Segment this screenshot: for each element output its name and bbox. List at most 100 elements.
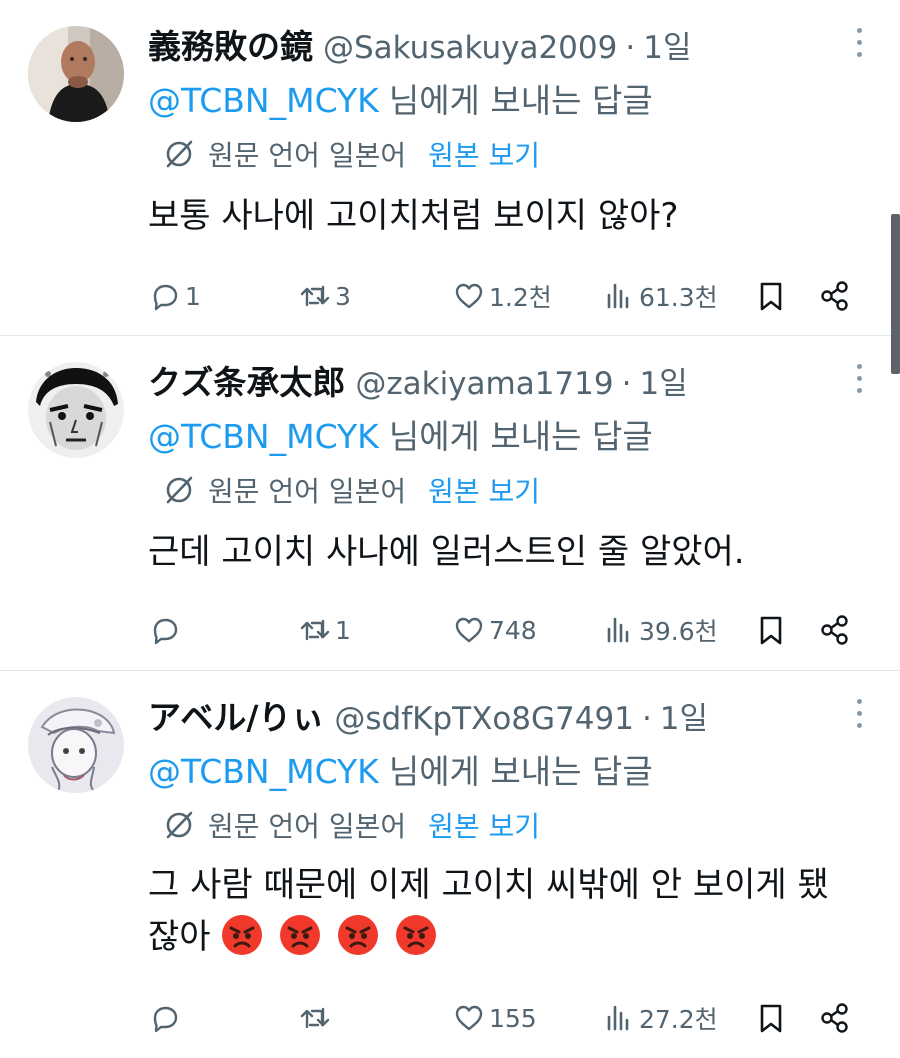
display-name[interactable]: 義務敗の鏡 [148, 20, 313, 68]
repost-button[interactable] [298, 996, 335, 1040]
translation-bar: 원문 언어 일본어 원본 보기 [162, 805, 540, 845]
tweet-text-content: 근데 고이치 사나에 일러스트인 줄 알았어. [148, 532, 745, 572]
bookmark-button[interactable] [754, 274, 788, 318]
reply-button[interactable]: 1 [148, 274, 201, 318]
action-bar: 1 748 39.6천 [148, 608, 868, 652]
share-button[interactable] [818, 996, 852, 1040]
action-bar: 155 27.2천 [148, 996, 868, 1040]
heart-icon [455, 1005, 483, 1031]
like-count: 748 [489, 615, 537, 645]
reply-icon [153, 1006, 178, 1033]
like-button[interactable]: 155 [452, 996, 537, 1040]
views-count: 39.6천 [639, 617, 718, 646]
reply-button[interactable] [148, 608, 185, 652]
angry-face-emoji [338, 915, 378, 955]
reply-icon [153, 284, 178, 311]
action-bar: 1 3 1.2천 61.3천 [148, 274, 868, 318]
mention-link[interactable]: @TCBN_MCYK [148, 81, 379, 120]
view-original-link[interactable]: 원본 보기 [428, 470, 540, 510]
views-button[interactable]: 61.3천 [602, 274, 718, 318]
views-chart-icon [607, 617, 629, 643]
angry-face-emoji [395, 915, 436, 955]
repost-button[interactable]: 3 [298, 274, 351, 318]
reply-suffix: 님에게 보내는 답글 [388, 752, 653, 791]
avatar-manga-character [28, 362, 124, 458]
views-button[interactable]: 27.2천 [602, 996, 718, 1040]
user-handle[interactable]: @sdfKpTXo8G7491 [334, 701, 634, 737]
repost-count: 3 [335, 281, 351, 311]
views-chart-icon [607, 1005, 629, 1031]
repost-icon [300, 1007, 330, 1029]
reply-context: @TCBN_MCYK 님에게 보내는 답글 [148, 410, 653, 458]
avatar-anime-sketch [28, 697, 124, 793]
more-options-icon[interactable] [856, 699, 864, 731]
emoji-group [211, 915, 442, 957]
bookmark-button[interactable] [754, 608, 788, 652]
tweet-text: 그 사람 때문에 이제 고이치 씨밖에 안 보이게 됐잖아 [148, 859, 848, 963]
view-original-link[interactable]: 원본 보기 [428, 805, 540, 845]
repost-count: 1 [335, 615, 351, 645]
display-name[interactable]: クズ条承太郎 [148, 356, 345, 404]
tweet-text: 근데 고이치 사나에 일러스트인 줄 알았어. [148, 526, 868, 578]
angry-face-emoji [280, 915, 321, 955]
views-count: 27.2천 [639, 1005, 718, 1034]
scrollbar[interactable] [891, 214, 900, 374]
share-icon [821, 281, 848, 311]
share-button[interactable] [818, 608, 852, 652]
reply-count: 1 [185, 281, 201, 311]
translation-bar: 원문 언어 일본어 원본 보기 [162, 134, 540, 174]
mention-link[interactable]: @TCBN_MCYK [148, 752, 379, 791]
translate-off-icon [166, 140, 193, 168]
translate-label: 원문 언어 일본어 [208, 139, 407, 172]
heart-icon [455, 283, 483, 309]
reply-suffix: 님에게 보내는 답글 [388, 417, 653, 456]
timestamp[interactable]: 1일 [660, 693, 708, 738]
user-handle[interactable]: @Sakusakuya2009 [323, 30, 617, 66]
views-button[interactable]: 39.6천 [602, 608, 718, 652]
bookmark-icon [760, 282, 782, 311]
mention-link[interactable]: @TCBN_MCYK [148, 417, 379, 456]
avatar[interactable] [28, 362, 124, 458]
share-icon [821, 1003, 848, 1033]
tweet-text: 보통 사나에 고이치처럼 보이지 않아? [148, 190, 868, 242]
views-count: 61.3천 [639, 283, 718, 312]
more-options-icon[interactable] [856, 364, 864, 396]
timestamp[interactable]: 1일 [643, 22, 691, 67]
bookmark-icon [760, 616, 782, 645]
bookmark-button[interactable] [754, 996, 788, 1040]
separator-dot: · [621, 366, 632, 402]
repost-icon [300, 285, 330, 307]
reply-context: @TCBN_MCYK 님에게 보내는 답글 [148, 74, 653, 122]
tweet[interactable]: アベル/りぃ @sdfKpTXo8G7491 · 1일 @TCBN_MCYK 님에… [0, 671, 900, 1058]
repost-button[interactable]: 1 [298, 608, 351, 652]
translate-off-icon [166, 476, 193, 504]
like-button[interactable]: 1.2천 [452, 274, 552, 318]
reply-icon [153, 618, 178, 645]
separator-dot: · [641, 701, 652, 737]
separator-dot: · [625, 30, 636, 66]
like-count: 1.2천 [489, 283, 552, 312]
translation-bar: 원문 언어 일본어 원본 보기 [162, 470, 540, 510]
timestamp[interactable]: 1일 [639, 358, 687, 403]
like-count: 155 [489, 1003, 537, 1033]
views-chart-icon [607, 283, 629, 309]
tweet[interactable]: クズ条承太郎 @zakiyama1719 · 1일 @TCBN_MCYK 님에게 … [0, 336, 900, 671]
reply-suffix: 님에게 보내는 답글 [388, 81, 653, 120]
like-button[interactable]: 748 [452, 608, 537, 652]
reply-context: @TCBN_MCYK 님에게 보내는 답글 [148, 745, 653, 793]
heart-icon [455, 617, 483, 643]
share-button[interactable] [818, 274, 852, 318]
avatar[interactable] [28, 26, 124, 122]
reply-button[interactable] [148, 996, 185, 1040]
display-name[interactable]: アベル/りぃ [148, 691, 324, 739]
translate-off-icon [166, 811, 193, 839]
view-original-link[interactable]: 원본 보기 [428, 134, 540, 174]
more-options-icon[interactable] [856, 28, 864, 60]
user-handle[interactable]: @zakiyama1719 [355, 366, 613, 402]
repost-icon [300, 619, 330, 641]
angry-face-emoji [222, 915, 263, 955]
tweet[interactable]: 義務敗の鏡 @Sakusakuya2009 · 1일 @TCBN_MCYK 님에게… [0, 0, 900, 336]
translate-label: 원문 언어 일본어 [208, 810, 407, 843]
avatar[interactable] [28, 697, 124, 793]
share-icon [821, 615, 848, 645]
